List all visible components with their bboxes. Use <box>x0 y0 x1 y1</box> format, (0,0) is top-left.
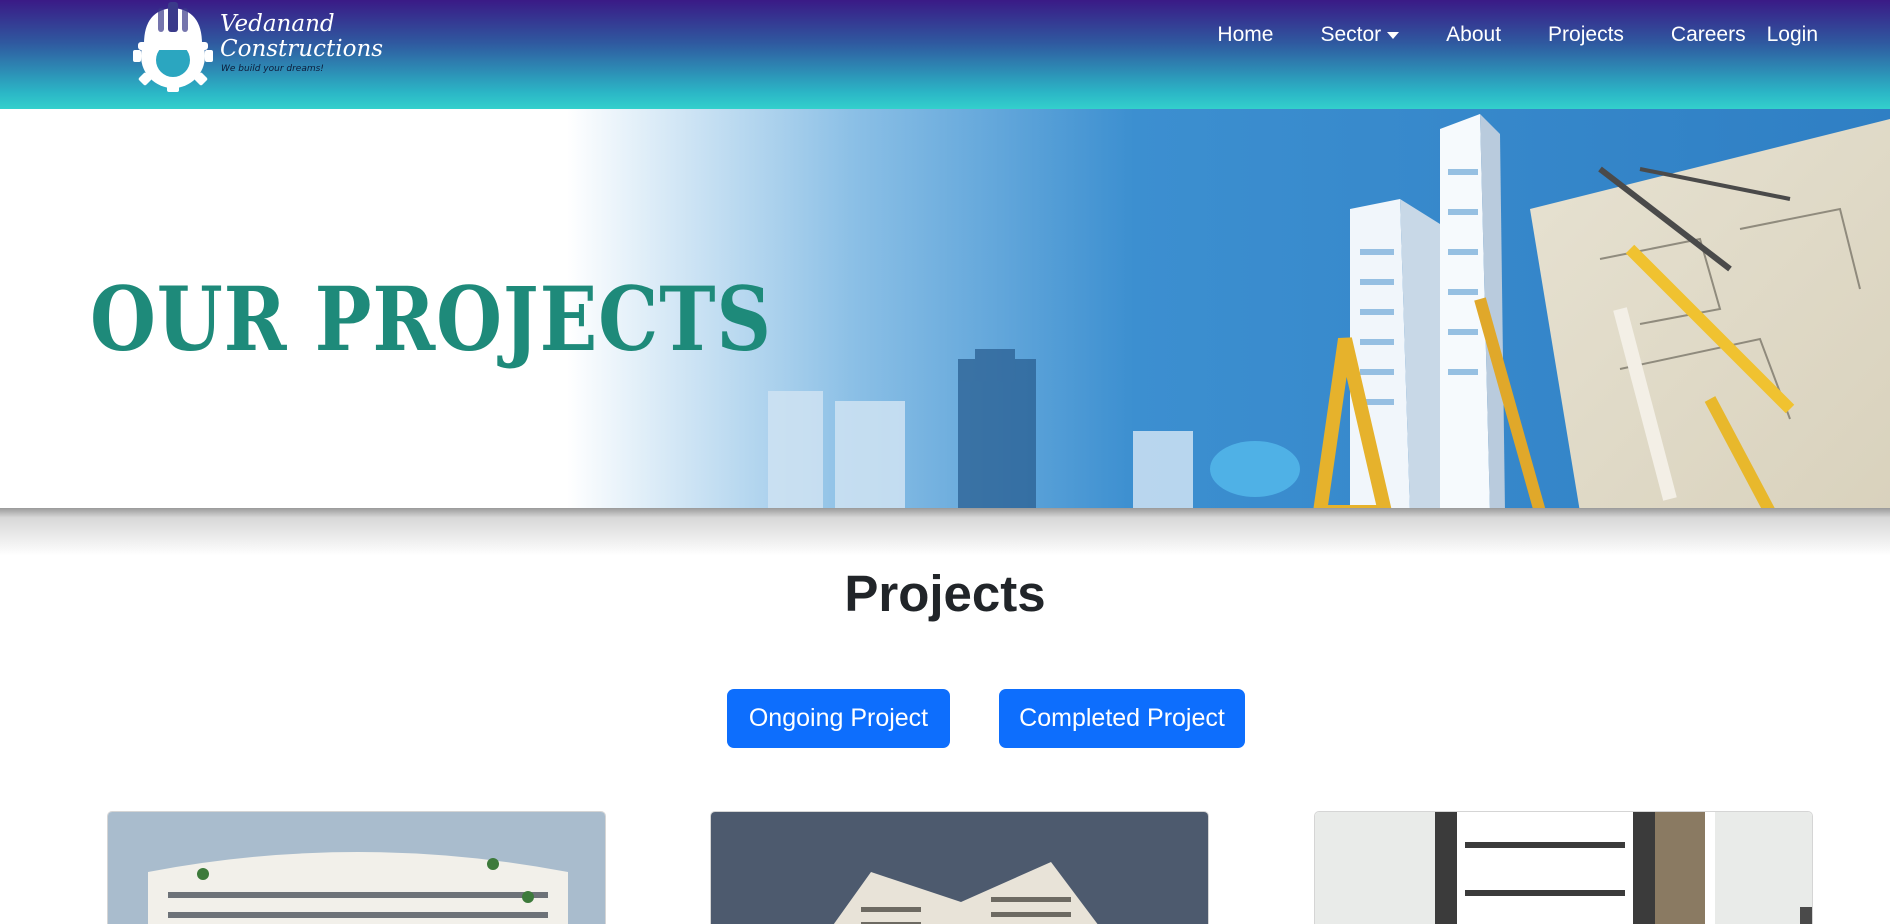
nav-about[interactable]: About <box>1446 23 1501 47</box>
project-card[interactable] <box>107 811 606 924</box>
project-image <box>1315 812 1812 924</box>
nav-sector-dropdown[interactable]: Sector <box>1320 23 1400 47</box>
nav-login[interactable]: Login <box>1767 23 1818 47</box>
brand-name: Vedanand Constructions <box>220 11 384 62</box>
banner-shadow <box>0 508 1890 556</box>
project-card[interactable] <box>710 811 1209 924</box>
nav-careers[interactable]: Careers <box>1671 23 1746 47</box>
nav-sector-label: Sector <box>1320 23 1382 46</box>
page-title: Projects <box>844 565 1046 622</box>
banner-title: OUR PROJECTS <box>90 267 772 371</box>
project-image <box>711 812 1208 924</box>
helmet-gear-icon <box>133 2 213 92</box>
main-nav: Home Sector About Projects Careers Login <box>1217 20 1818 50</box>
nav-home[interactable]: Home <box>1217 23 1273 47</box>
brand-logo-link[interactable]: Vedanand Constructions We build your dre… <box>130 0 390 92</box>
ongoing-project-button[interactable]: Ongoing Project <box>727 689 950 748</box>
project-image <box>108 812 605 924</box>
nav-projects[interactable]: Projects <box>1548 23 1624 47</box>
top-navbar: Vedanand Constructions We build your dre… <box>0 0 1890 109</box>
hero-banner: OUR PROJECTS <box>0 109 1890 512</box>
brand-tagline: We build your dreams! <box>221 64 324 74</box>
project-card[interactable] <box>1314 811 1813 924</box>
caret-down-icon <box>1387 31 1400 39</box>
completed-project-button[interactable]: Completed Project <box>999 689 1245 748</box>
